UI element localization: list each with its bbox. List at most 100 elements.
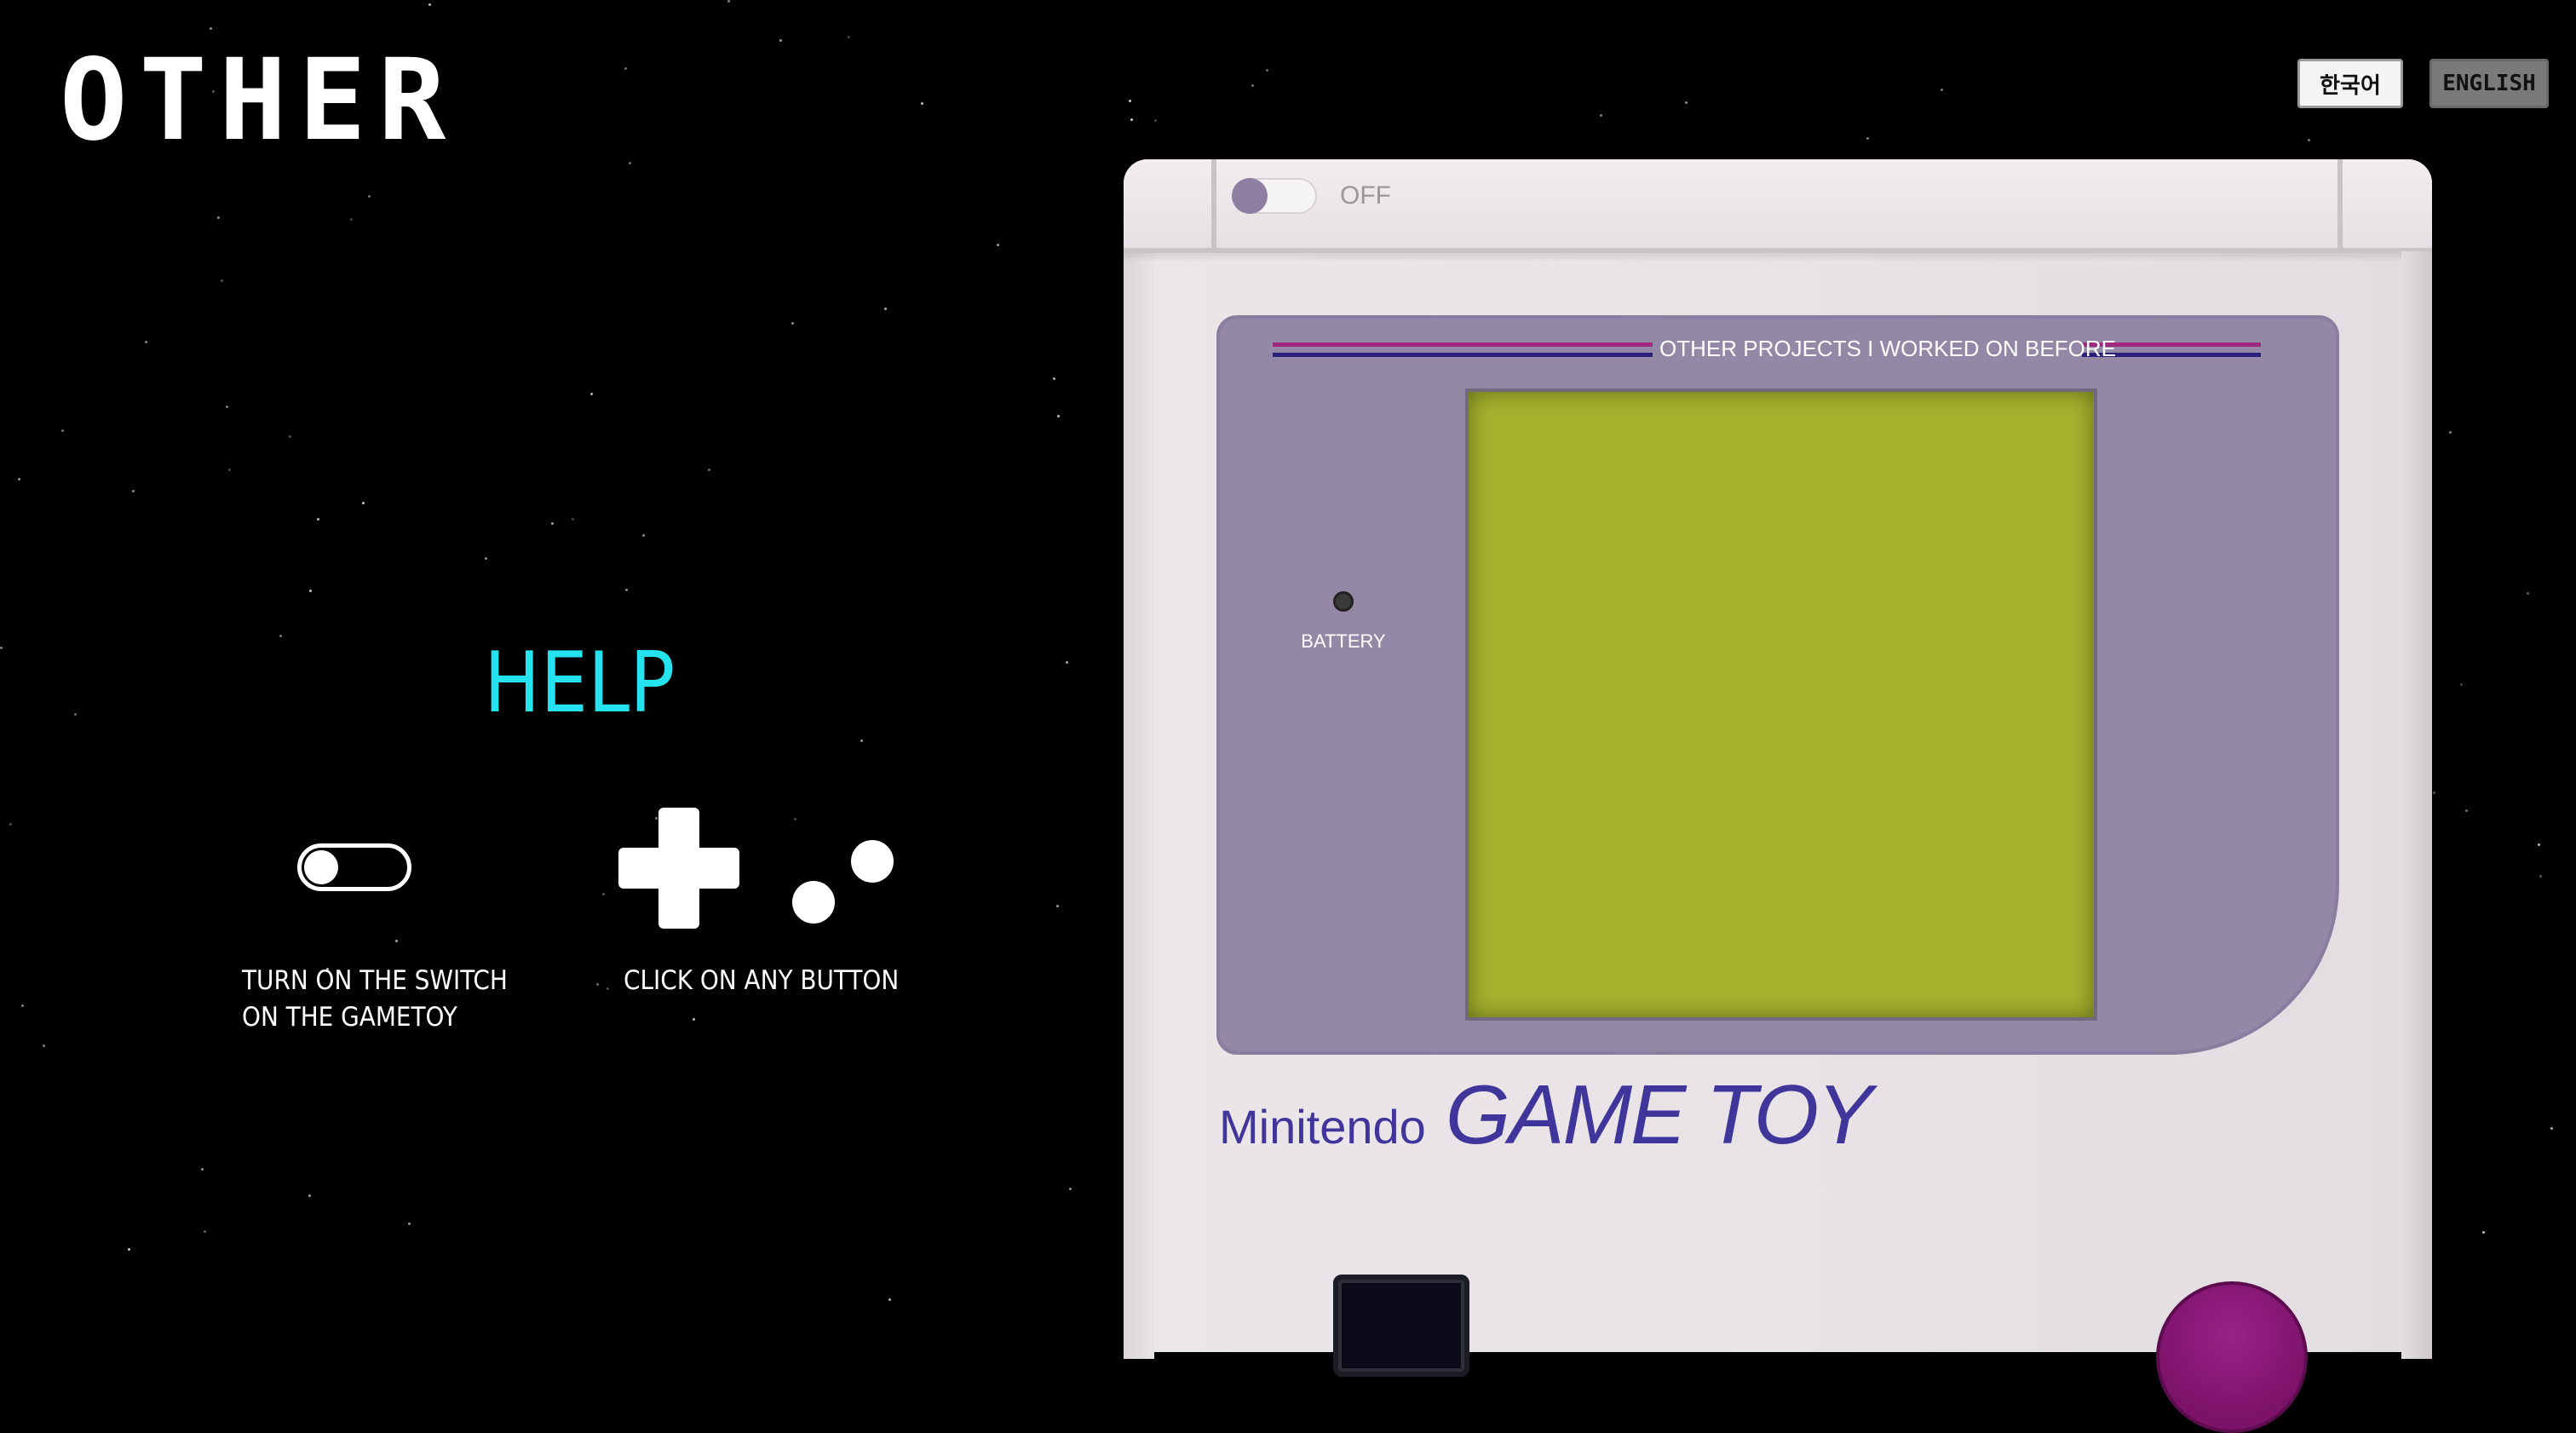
power-switch-label: OFF — [1340, 181, 1391, 210]
star — [43, 1045, 45, 1047]
star — [727, 0, 730, 3]
star — [888, 1298, 891, 1301]
star — [18, 478, 20, 481]
star — [629, 162, 631, 164]
star — [997, 244, 999, 246]
top-bar-groove-right — [2337, 159, 2343, 248]
star — [791, 322, 794, 325]
star — [221, 279, 223, 282]
star — [1056, 905, 1059, 907]
toggle-switch-icon — [297, 843, 411, 891]
power-switch[interactable] — [1232, 178, 1317, 214]
star — [921, 102, 923, 105]
star — [1866, 137, 1869, 140]
lcd-screen[interactable] — [1465, 388, 2097, 1021]
star — [1685, 101, 1688, 104]
star — [884, 308, 887, 310]
top-bar-groove-left — [1211, 159, 1216, 248]
battery-label: BATTERY — [1301, 630, 1386, 652]
star — [289, 435, 291, 438]
bezel-stripe-magenta-left — [1273, 342, 1653, 347]
a-button-icon — [851, 840, 894, 883]
star — [848, 36, 850, 38]
star — [368, 195, 371, 198]
star — [362, 502, 365, 504]
star — [1600, 114, 1602, 117]
star — [2482, 1231, 2485, 1234]
star — [395, 940, 398, 942]
star — [201, 1168, 204, 1171]
star — [145, 341, 147, 343]
star — [308, 1194, 311, 1197]
star — [2449, 431, 2452, 434]
star — [1266, 69, 1268, 72]
dpad-icon — [618, 808, 739, 929]
star — [217, 216, 220, 219]
star — [2527, 592, 2529, 595]
help-step-switch-line1: TURN ON THE SWITCH — [242, 965, 508, 996]
star — [317, 518, 319, 521]
star — [2433, 791, 2435, 794]
star — [1130, 118, 1133, 121]
star — [350, 218, 353, 221]
star — [204, 1230, 206, 1233]
star — [1251, 84, 1254, 87]
help-step-switch: TURN ON THE SWITCH ON THE GAMETOY — [242, 963, 508, 1036]
star — [128, 1248, 130, 1251]
star — [596, 983, 599, 986]
star — [9, 823, 12, 826]
screen-bezel: OTHER PROJECTS I WORKED ON BEFORE BATTER… — [1216, 315, 2339, 1055]
gametoy-top-bar: OFF — [1124, 159, 2432, 253]
star — [132, 490, 135, 492]
star — [74, 713, 77, 716]
power-switch-knob[interactable] — [1232, 178, 1268, 214]
star — [1069, 1188, 1072, 1190]
star — [1053, 377, 1055, 380]
star — [210, 27, 212, 30]
star — [590, 393, 593, 395]
site-logo[interactable]: OTHER — [60, 44, 457, 157]
star — [21, 1004, 24, 1007]
star — [2539, 875, 2542, 878]
brand-name-big: GAME TOY — [1445, 1068, 1873, 1161]
battery-indicator-led — [1333, 591, 1354, 612]
star — [279, 635, 282, 637]
star — [625, 589, 628, 591]
star — [61, 429, 64, 432]
brand-name-small: Minitendo — [1219, 1100, 1426, 1154]
star — [779, 39, 782, 42]
language-english-button[interactable]: ENGLISH — [2429, 59, 2549, 108]
b-button-icon — [792, 881, 835, 924]
star — [642, 534, 645, 537]
star — [624, 67, 627, 70]
star — [2538, 843, 2540, 846]
star — [1129, 100, 1131, 102]
star — [860, 740, 863, 742]
star — [794, 818, 796, 820]
star — [572, 518, 574, 521]
star — [2308, 139, 2310, 141]
bezel-stripe-navy-left — [1273, 353, 1653, 357]
select-button[interactable] — [1333, 1275, 1469, 1377]
star — [428, 3, 431, 6]
star — [2460, 683, 2463, 686]
star — [1057, 415, 1060, 417]
star — [1154, 119, 1157, 122]
star — [0, 647, 3, 649]
star — [1941, 89, 1943, 91]
star — [607, 987, 609, 990]
star — [228, 469, 231, 471]
star — [551, 522, 554, 525]
gametoy-console: OFF OTHER PROJECTS I WORKED ON BEFORE BA… — [1124, 159, 2432, 1433]
star — [602, 893, 605, 895]
star — [226, 406, 228, 408]
a-button[interactable] — [2156, 1281, 2308, 1433]
star — [485, 557, 487, 560]
star — [408, 1223, 411, 1225]
star — [1066, 661, 1068, 664]
star — [2550, 1127, 2553, 1130]
help-step-switch-line2: ON THE GAMETOY — [242, 1002, 457, 1033]
screen-title: OTHER PROJECTS I WORKED ON BEFORE — [1659, 336, 2116, 361]
language-korean-button[interactable]: 한국어 — [2297, 59, 2403, 108]
brand-logo: Minitendo GAME TOY — [1219, 1067, 1873, 1163]
